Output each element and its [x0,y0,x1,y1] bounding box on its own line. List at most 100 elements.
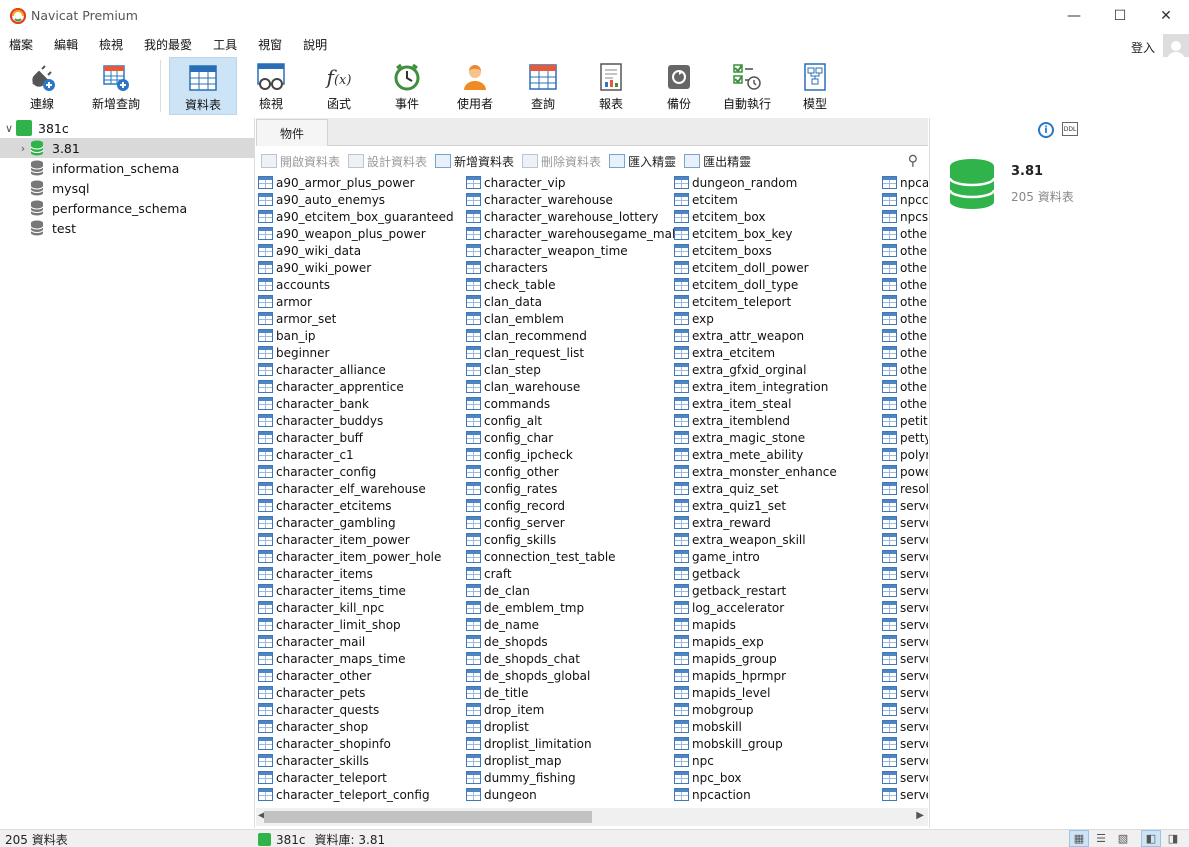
scroll-right-icon[interactable]: ▶ [916,810,924,821]
table-item[interactable]: clan_emblem [466,310,674,327]
info-icon[interactable]: i [1038,122,1054,138]
panel-right-icon[interactable]: ◨ [1163,830,1183,847]
toolbar-query-button[interactable]: 查詢 [509,57,577,115]
menu-help[interactable]: 說明 [294,36,339,53]
table-item[interactable]: character_warehouse [466,191,674,208]
table-item[interactable]: character_shopinfo [258,735,466,752]
table-item[interactable]: mapids_exp [674,633,882,650]
table-item[interactable]: other [882,327,928,344]
table-item[interactable]: armor [258,293,466,310]
table-item[interactable]: other [882,378,928,395]
detail-view-icon[interactable]: ☰ [1091,830,1111,847]
table-item[interactable]: character_pets [258,684,466,701]
table-item[interactable]: character_bank [258,395,466,412]
toolbar-table-button[interactable]: 資料表 [169,57,237,115]
design-table-button[interactable]: 設計資料表 [348,153,427,170]
table-item[interactable]: serve [882,633,928,650]
toolbar-report-button[interactable]: 報表 [577,57,645,115]
table-item[interactable]: character_weapon_time [466,242,674,259]
table-item[interactable]: extra_mete_ability [674,446,882,463]
table-item[interactable]: character_teleport [258,769,466,786]
table-item[interactable]: extra_quiz1_set [674,497,882,514]
table-item[interactable]: clan_step [466,361,674,378]
table-item[interactable]: check_table [466,276,674,293]
table-item[interactable]: config_alt [466,412,674,429]
tree-db-test[interactable]: test [0,218,254,238]
table-item[interactable]: de_title [466,684,674,701]
table-item[interactable]: de_clan [466,582,674,599]
table-item[interactable]: npcaction [674,786,882,803]
table-item[interactable]: config_skills [466,531,674,548]
table-item[interactable]: config_other [466,463,674,480]
table-item[interactable]: a90_armor_plus_power [258,174,466,191]
menu-edit[interactable]: 編輯 [45,36,90,53]
table-item[interactable]: a90_etcitem_box_guaranteed [258,208,466,225]
maximize-button[interactable]: ☐ [1097,0,1143,31]
table-item[interactable]: connection_test_table [466,548,674,565]
table-item[interactable]: serve [882,752,928,769]
panel-left-icon[interactable]: ◧ [1141,830,1161,847]
table-item[interactable]: dungeon [466,786,674,803]
table-item[interactable]: mapids_hprmpr [674,667,882,684]
table-item[interactable]: characters [466,259,674,276]
horizontal-scrollbar[interactable]: ◀ ▶ [256,808,928,826]
table-item[interactable]: serve [882,599,928,616]
table-item[interactable]: etcitem [674,191,882,208]
table-item[interactable]: character_buddys [258,412,466,429]
table-item[interactable]: serve [882,684,928,701]
table-item[interactable]: serve [882,667,928,684]
table-item[interactable]: serve [882,565,928,582]
table-item[interactable]: extra_itemblend [674,412,882,429]
table-item[interactable]: exp [674,310,882,327]
table-item[interactable]: other [882,310,928,327]
table-item[interactable]: serve [882,582,928,599]
chevron-right-icon[interactable]: › [16,142,30,155]
table-item[interactable]: de_shopds_global [466,667,674,684]
table-item[interactable]: character_quests [258,701,466,718]
table-item[interactable]: character_item_power_hole [258,548,466,565]
table-item[interactable]: mobgroup [674,701,882,718]
delete-table-button[interactable]: 刪除資料表 [522,153,601,170]
table-item[interactable]: de_shopds [466,633,674,650]
table-item[interactable]: npca [882,174,928,191]
new-table-button[interactable]: 新增資料表 [435,153,514,170]
minimize-button[interactable]: — [1051,0,1097,31]
ddl-icon[interactable]: DDL [1062,122,1078,136]
table-item[interactable]: character_items [258,565,466,582]
open-table-button[interactable]: 開啟資料表 [261,153,340,170]
table-item[interactable]: serve [882,786,928,803]
table-item[interactable]: polyr [882,446,928,463]
table-item[interactable]: other [882,242,928,259]
tab-objects[interactable]: 物件 [256,119,328,146]
table-item[interactable]: config_record [466,497,674,514]
table-item[interactable]: character_item_power [258,531,466,548]
table-item[interactable]: other [882,361,928,378]
table-item[interactable]: beginner [258,344,466,361]
table-item[interactable]: extra_reward [674,514,882,531]
menu-file[interactable]: 檔案 [0,36,45,53]
export-wizard-button[interactable]: 匯出精靈 [684,153,751,170]
grid-view-icon[interactable]: ▧ [1113,830,1133,847]
table-item[interactable]: other [882,259,928,276]
table-item[interactable]: mapids_group [674,650,882,667]
table-item[interactable]: character_vip [466,174,674,191]
toolbar-function-button[interactable]: f(x) 函式 [305,57,373,115]
table-item[interactable]: character_etcitems [258,497,466,514]
table-item[interactable]: extra_item_integration [674,378,882,395]
table-item[interactable]: character_maps_time [258,650,466,667]
table-item[interactable]: getback_restart [674,582,882,599]
toolbar-view-button[interactable]: 檢視 [237,57,305,115]
close-button[interactable]: ✕ [1143,0,1189,31]
table-item[interactable]: character_apprentice [258,378,466,395]
menu-view[interactable]: 檢視 [90,36,135,53]
table-item[interactable]: ban_ip [258,327,466,344]
table-item[interactable]: character_buff [258,429,466,446]
table-item[interactable]: a90_auto_enemys [258,191,466,208]
table-item[interactable]: character_warehousegame_mall [466,225,679,242]
table-item[interactable]: droplist_map [466,752,674,769]
table-item[interactable]: serve [882,497,928,514]
table-item[interactable]: character_config [258,463,466,480]
list-view-icon[interactable]: ▦ [1069,830,1089,847]
table-item[interactable]: etcitem_doll_type [674,276,882,293]
tree-db-information-schema[interactable]: information_schema [0,158,254,178]
